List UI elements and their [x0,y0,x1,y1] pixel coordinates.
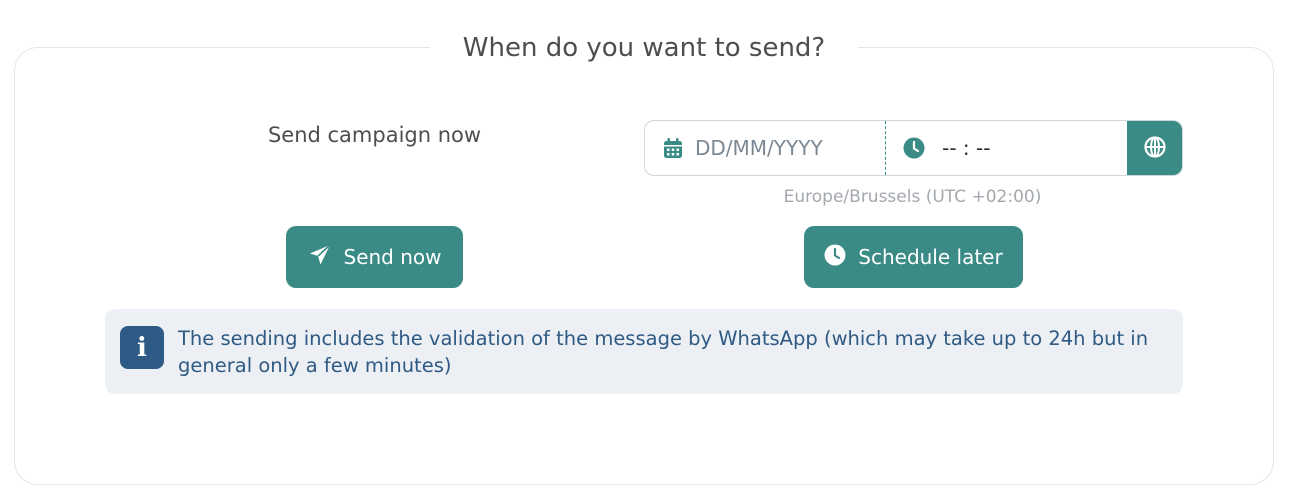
schedule-datetime-group [644,120,1183,176]
calendar-icon [645,121,695,175]
info-text: The sending includes the validation of t… [178,327,1149,377]
section-title: When do you want to send? [430,30,858,66]
schedule-later-button-label: Schedule later [858,245,1003,269]
schedule-later-button[interactable]: Schedule later [804,226,1023,288]
globe-icon [1143,135,1166,161]
date-input[interactable] [695,121,865,175]
send-timing-card [14,47,1274,485]
time-field[interactable] [886,121,1127,175]
send-now-button[interactable]: Send now [286,226,463,288]
clock-icon [824,244,846,271]
info-alert: i The sending includes the validation of… [105,309,1183,394]
paper-plane-icon [308,243,332,272]
timezone-label: Europe/Brussels (UTC +02:00) [783,187,1042,207]
info-icon: i [120,326,164,369]
timezone-button[interactable] [1127,121,1182,175]
send-campaign-now-label: Send campaign now [267,123,482,147]
clock-icon [886,121,942,175]
time-input[interactable] [942,121,1113,175]
send-now-button-label: Send now [343,245,442,269]
date-field[interactable] [645,121,887,175]
